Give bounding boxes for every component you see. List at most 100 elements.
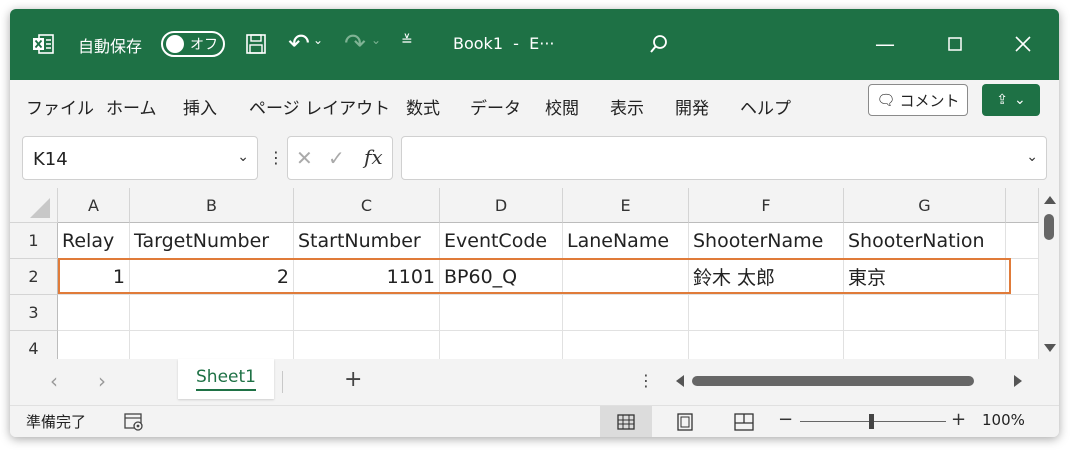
autosave-toggle[interactable]: オフ (161, 31, 225, 57)
page-layout-view-icon[interactable] (676, 413, 694, 435)
formula-input[interactable]: ⌄ (401, 136, 1047, 180)
cell-h2[interactable] (1006, 259, 1039, 295)
minimize-icon[interactable]: — (872, 31, 898, 57)
worksheet-grid[interactable]: A B C D E F G 1 2 3 4 Relay TargetNumber… (10, 188, 1059, 359)
share-button[interactable]: ⇪ ⌄ (982, 84, 1040, 116)
next-sheet-icon[interactable]: › (98, 369, 106, 393)
cell-b1[interactable]: TargetNumber (130, 223, 294, 259)
horizontal-scrollbar[interactable] (670, 373, 1030, 389)
customize-qat-icon[interactable]: ≚ (401, 33, 413, 49)
cell-a4[interactable] (58, 331, 130, 359)
expand-formula-icon[interactable]: ⌄ (1026, 149, 1038, 165)
menu-help[interactable]: ヘルプ (740, 94, 791, 119)
cell-f4[interactable] (689, 331, 844, 359)
row-header[interactable]: 4 (10, 331, 58, 359)
column-header[interactable] (1006, 188, 1039, 223)
cell-e3[interactable] (563, 295, 689, 331)
undo-dropdown-icon[interactable]: ⌄ (313, 33, 323, 47)
more-options-icon[interactable]: ⋮ (268, 148, 284, 167)
comment-button[interactable]: 🗨 コメント (868, 84, 968, 116)
cell-a2[interactable]: 1 (58, 259, 130, 295)
cell-c3[interactable] (294, 295, 440, 331)
row-header[interactable]: 1 (10, 223, 58, 259)
maximize-icon[interactable] (942, 31, 968, 57)
menu-page-layout[interactable]: ページ レイアウト (249, 94, 390, 119)
cell-f1[interactable]: ShooterName (689, 223, 844, 259)
select-all-button[interactable] (10, 188, 58, 223)
sheet-tabs-bar: ‹ › Sheet1 + ⋮ (10, 359, 1059, 405)
excel-window: 自動保存 オフ ↶ ⌄ ↷ ⌄ ≚ Book1 - E··· — ファイル ホー… (10, 9, 1059, 437)
search-icon[interactable] (646, 31, 672, 57)
page-break-view-icon[interactable] (734, 413, 754, 435)
menu-data[interactable]: データ (470, 94, 521, 119)
autosave-label: 自動保存 (78, 37, 143, 56)
cell-e1[interactable]: LaneName (563, 223, 689, 259)
normal-view-button[interactable] (600, 406, 652, 437)
name-box[interactable]: K14 ⌄ (22, 136, 258, 180)
scroll-up-icon[interactable] (1044, 196, 1056, 204)
cell-g2[interactable]: 東京 (844, 259, 1006, 295)
sheet-tab-sheet1[interactable]: Sheet1 (178, 359, 274, 399)
cell-e2[interactable] (563, 259, 689, 295)
cell-d1[interactable]: EventCode (440, 223, 563, 259)
column-header[interactable]: E (563, 188, 689, 223)
menu-file[interactable]: ファイル (26, 94, 94, 119)
cell-d3[interactable] (440, 295, 563, 331)
cell-b4[interactable] (130, 331, 294, 359)
cell-g3[interactable] (844, 295, 1006, 331)
accessibility-icon[interactable] (124, 413, 144, 435)
zoom-in-button[interactable]: + (951, 409, 966, 430)
scroll-thumb[interactable] (1044, 214, 1054, 240)
row-header[interactable]: 3 (10, 295, 58, 331)
scroll-down-icon[interactable] (1044, 344, 1056, 352)
insert-function-icon[interactable]: fx (364, 145, 383, 169)
cell-c1[interactable]: StartNumber (294, 223, 440, 259)
scroll-left-icon[interactable] (676, 375, 684, 387)
h-scroll-thumb[interactable] (692, 376, 974, 386)
cell-a1[interactable]: Relay (58, 223, 130, 259)
cell-h1[interactable] (1006, 223, 1039, 259)
column-header[interactable]: F (689, 188, 844, 223)
cell-a3[interactable] (58, 295, 130, 331)
chevron-down-icon[interactable]: ⌄ (237, 149, 249, 165)
cell-h3[interactable] (1006, 295, 1039, 331)
column-header[interactable]: A (58, 188, 130, 223)
autosave-state: オフ (190, 37, 218, 53)
column-header[interactable]: B (130, 188, 294, 223)
vertical-scrollbar[interactable] (1039, 188, 1059, 359)
column-header[interactable]: C (294, 188, 440, 223)
cell-g1[interactable]: ShooterNation (844, 223, 1006, 259)
prev-sheet-icon[interactable]: ‹ (50, 369, 58, 393)
cell-h4[interactable] (1006, 331, 1039, 359)
save-icon[interactable] (243, 31, 269, 57)
undo-icon[interactable]: ↶ (284, 29, 314, 59)
cell-b3[interactable] (130, 295, 294, 331)
title-bar: 自動保存 オフ ↶ ⌄ ↷ ⌄ ≚ Book1 - E··· — (10, 9, 1059, 80)
menu-home[interactable]: ホーム (106, 94, 157, 119)
cell-g4[interactable] (844, 331, 1006, 359)
close-icon[interactable] (1010, 31, 1036, 57)
cell-d2[interactable]: BP60_Q (440, 259, 563, 295)
cell-c4[interactable] (294, 331, 440, 359)
column-header[interactable]: G (844, 188, 1006, 223)
more-options-icon[interactable]: ⋮ (638, 371, 654, 390)
menu-view[interactable]: 表示 (610, 94, 644, 119)
scroll-right-icon[interactable] (1014, 375, 1022, 387)
cell-f2[interactable]: 鈴木 太郎 (689, 259, 844, 295)
zoom-level[interactable]: 100% (982, 411, 1025, 429)
row-header[interactable]: 2 (10, 259, 58, 295)
cell-d4[interactable] (440, 331, 563, 359)
cell-f3[interactable] (689, 295, 844, 331)
zoom-slider-thumb[interactable] (869, 414, 874, 429)
cell-c2[interactable]: 1101 (294, 259, 440, 295)
column-header[interactable]: D (440, 188, 563, 223)
menu-formulas[interactable]: 数式 (406, 94, 440, 119)
cell-e4[interactable] (563, 331, 689, 359)
cell-b2[interactable]: 2 (130, 259, 294, 295)
add-sheet-icon[interactable]: + (344, 367, 362, 392)
zoom-out-button[interactable]: − (778, 409, 793, 430)
zoom-slider[interactable] (800, 414, 946, 429)
menu-review[interactable]: 校閲 (545, 94, 579, 119)
menu-developer[interactable]: 開発 (675, 94, 709, 119)
menu-insert[interactable]: 挿入 (183, 94, 217, 119)
